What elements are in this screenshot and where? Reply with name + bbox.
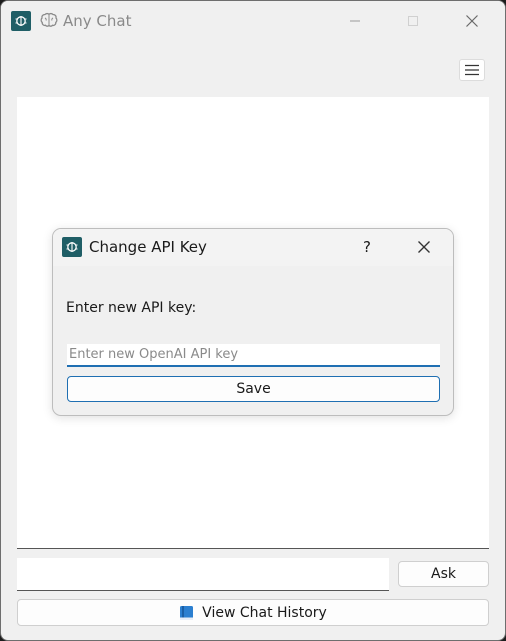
view-chat-history-label: View Chat History — [202, 604, 327, 621]
view-chat-history-button[interactable]: View Chat History — [17, 599, 489, 626]
minimize-button[interactable] — [332, 1, 378, 40]
hamburger-menu-icon — [465, 64, 479, 76]
dialog-title: Change API Key — [89, 238, 207, 256]
menu-button[interactable] — [459, 59, 485, 81]
help-button[interactable]: ? — [353, 235, 381, 259]
close-icon — [418, 241, 430, 253]
book-icon — [179, 605, 194, 621]
save-button[interactable]: Save — [67, 376, 440, 402]
api-key-input[interactable] — [67, 344, 440, 367]
app-logo-icon — [11, 11, 31, 31]
minimize-icon — [350, 20, 360, 21]
maximize-button[interactable] — [390, 1, 436, 40]
question-input[interactable] — [17, 558, 389, 591]
ask-button[interactable]: Ask — [398, 561, 489, 587]
window-title: Any Chat — [63, 12, 132, 30]
app-window: Any Chat Change API Key ? Enter new API … — [0, 0, 506, 641]
close-icon — [466, 14, 478, 27]
brain-icon — [39, 10, 59, 30]
title-bar[interactable]: Any Chat — [1, 1, 505, 40]
change-api-key-dialog: Change API Key ? Enter new API key: Save — [52, 228, 454, 416]
dialog-title-bar[interactable]: Change API Key ? — [53, 229, 453, 266]
maximize-icon — [408, 15, 418, 26]
dialog-app-logo-icon — [62, 237, 82, 257]
dialog-close-button[interactable] — [409, 234, 439, 260]
close-window-button[interactable] — [449, 1, 495, 40]
api-key-prompt-label: Enter new API key: — [66, 300, 197, 316]
